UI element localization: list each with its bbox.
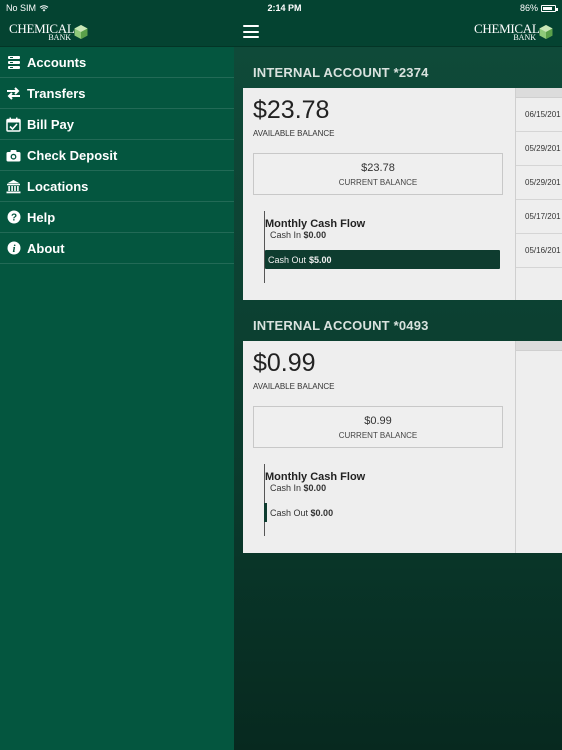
cash-out-marker [264,503,267,522]
top-navigation-bar: CHEMICAL BANK CHEMICAL BANK [0,16,562,47]
current-balance-box: $23.78 CURRENT BALANCE [253,153,503,195]
logo-line2: BANK [513,33,536,42]
cash-out-line: Cash Out $0.00 [270,508,333,518]
battery-icon [540,4,558,12]
current-balance-caption: CURRENT BALANCE [338,431,418,440]
current-balance: $23.78 [361,162,395,174]
sidebar-item-label: About [27,240,65,256]
battery-percent: 86% [519,3,538,13]
status-right: 86% [519,3,558,13]
sidebar-item-locations[interactable]: Locations [0,171,234,202]
svg-text:?: ? [10,213,16,224]
side-menu: Accounts Transfers Bill Pay Check Deposi… [0,47,234,750]
available-balance-caption: AVAILABLE BALANCE [253,382,335,391]
bank-building-icon [6,179,21,194]
transaction-list-header [516,88,562,98]
cashflow-title: Monthly Cash Flow [265,218,366,230]
sidebar-item-transfers[interactable]: Transfers [0,78,234,109]
question-icon: ? [6,210,21,225]
hamburger-icon[interactable] [243,25,259,38]
transaction-date[interactable]: 05/29/201 [516,166,562,200]
cash-in-line: Cash In $0.00 [270,483,326,493]
current-balance-caption: CURRENT BALANCE [338,178,418,187]
current-balance: $0.99 [364,415,392,427]
sidebar-item-bill-pay[interactable]: Bill Pay [0,109,234,140]
accounts-panel: INTERNAL ACCOUNT *2374 $23.78 AVAILABLE … [234,47,562,750]
logo-line2: BANK [48,33,71,42]
available-balance: $23.78 [253,96,330,124]
logo-hexagon-icon [74,25,88,39]
logo-hexagon-icon [539,25,553,39]
transaction-date[interactable]: 05/16/201 [516,234,562,268]
cash-in-line: Cash In $0.00 [270,230,326,240]
status-left: No SIM [6,3,49,13]
cash-in-label: Cash In [270,483,302,493]
transaction-date[interactable]: 06/15/201 [516,98,562,132]
account-card[interactable]: $0.99 AVAILABLE BALANCE $0.99 CURRENT BA… [243,341,562,553]
transaction-list-header [516,341,562,351]
available-balance-caption: AVAILABLE BALANCE [253,129,335,138]
hamburger-line [243,30,259,33]
cash-in-value: $0.00 [303,230,327,240]
sidebar-item-label: Transfers [27,85,86,101]
cash-out-label: Cash Out [270,508,309,518]
hamburger-line [243,36,259,38]
transaction-date[interactable]: 05/29/201 [516,132,562,166]
transaction-list: 06/15/201 05/29/201 05/29/201 05/17/201 … [515,88,562,300]
cashflow-title: Monthly Cash Flow [265,471,366,483]
hamburger-line [243,25,259,27]
sidebar-item-label: Bill Pay [27,116,74,132]
logo-wordmark: CHEMICAL BANK [9,21,75,43]
chemical-bank-logo-right: CHEMICAL BANK [474,21,554,43]
cash-out-bar: Cash Out $5.00 [265,250,500,269]
status-bar: No SIM 2:14 PM 86% [0,0,562,16]
logo-wordmark: CHEMICAL BANK [474,21,540,43]
sidebar-item-check-deposit[interactable]: Check Deposit [0,140,234,171]
accounts-icon [6,55,21,70]
sidebar-item-about[interactable]: i About [0,233,234,264]
sidebar-item-accounts[interactable]: Accounts [0,47,234,78]
cash-in-label: Cash In [270,230,302,240]
cash-out-label: Cash Out [268,254,307,265]
account-header[interactable]: INTERNAL ACCOUNT *2374 [253,65,429,80]
cash-in-value: $0.00 [303,483,327,493]
transaction-list [515,341,562,553]
sidebar-item-help[interactable]: ? Help [0,202,234,233]
wifi-icon [39,4,49,11]
available-balance: $0.99 [253,349,316,377]
battery-level-fill [542,6,553,10]
info-icon: i [6,241,21,256]
transaction-date[interactable]: 05/17/201 [516,200,562,234]
calendar-check-icon [6,117,21,132]
current-balance-box: $0.99 CURRENT BALANCE [253,406,503,448]
sidebar-item-label: Check Deposit [27,147,118,163]
sidebar-item-label: Help [27,209,56,225]
cash-out-value: $0.00 [310,508,334,518]
carrier-label: No SIM [6,3,37,13]
camera-icon [6,148,21,163]
cash-out-value: $5.00 [309,254,332,265]
sidebar-item-label: Locations [27,178,89,194]
account-header[interactable]: INTERNAL ACCOUNT *0493 [253,318,429,333]
sidebar-item-label: Accounts [27,54,87,70]
account-card[interactable]: $23.78 AVAILABLE BALANCE $23.78 CURRENT … [243,88,562,300]
clock: 2:14 PM [267,3,302,13]
transfers-icon [6,86,21,101]
chemical-bank-logo[interactable]: CHEMICAL BANK [9,21,89,43]
